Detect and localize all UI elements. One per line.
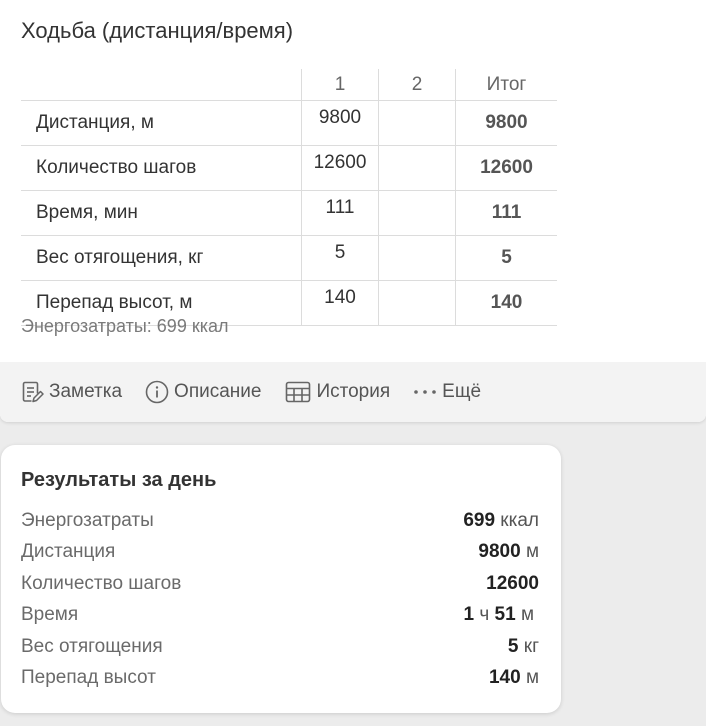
result-number: 699 xyxy=(463,510,496,531)
result-weight: Вес отягощения 5 кг xyxy=(21,636,539,662)
daily-results-card: Результаты за день Энергозатраты 699 кка… xyxy=(1,445,561,713)
total-cell: 5 xyxy=(455,235,557,281)
set-2-cell[interactable] xyxy=(378,235,456,281)
total-cell: 9800 xyxy=(455,100,557,146)
set-2-cell[interactable] xyxy=(378,145,456,191)
result-label: Энергозатраты xyxy=(21,510,154,531)
set-2-cell[interactable] xyxy=(378,280,456,326)
total-cell: 111 xyxy=(455,190,557,236)
row-label: Вес отягощения, кг xyxy=(21,235,302,281)
table-header-set-1: 1 xyxy=(301,69,379,101)
table-row: Дистанция, м 9800 9800 xyxy=(21,100,557,146)
history-button[interactable]: История xyxy=(285,380,390,404)
result-value: 5 кг xyxy=(508,636,539,658)
result-distance: Дистанция 9800 м xyxy=(21,541,539,567)
result-number: 12600 xyxy=(486,573,539,594)
table-header-row: 1 2 Итог xyxy=(21,69,557,101)
row-label: Дистанция, м xyxy=(21,100,302,146)
result-number: 140 xyxy=(488,667,521,688)
exercise-table: 1 2 Итог Дистанция, м 9800 9800 Количест… xyxy=(21,69,557,326)
results-title: Результаты за день xyxy=(21,469,217,491)
exercise-title: Ходьба (дистанция/время) xyxy=(21,18,294,43)
result-hours-unit: ч xyxy=(479,604,490,625)
result-label: Перепад высот xyxy=(21,667,156,688)
history-button-label: История xyxy=(316,381,391,402)
note-icon xyxy=(22,381,44,403)
result-label: Дистанция xyxy=(21,541,116,562)
result-elevation: Перепад высот 140 м xyxy=(21,667,539,693)
table-header-set-2: 2 xyxy=(378,69,456,101)
result-minutes: 51 xyxy=(494,604,516,625)
exercise-toolbar: Заметка Описание История Ещё xyxy=(0,362,706,422)
result-hours: 1 xyxy=(463,604,475,625)
result-unit: кг xyxy=(523,636,539,657)
result-unit: ккал xyxy=(500,510,539,531)
result-unit: м xyxy=(525,667,539,688)
result-number: 5 xyxy=(507,636,519,657)
result-steps: Количество шагов 12600 xyxy=(21,573,539,599)
result-unit: м xyxy=(525,541,539,562)
result-label: Время xyxy=(21,604,79,625)
set-1-cell[interactable]: 111 xyxy=(301,190,379,236)
result-value: 699 ккал xyxy=(463,510,539,532)
exercise-card: Ходьба (дистанция/время) 1 2 Итог Дистан… xyxy=(0,0,706,422)
set-1-cell[interactable]: 5 xyxy=(301,235,379,281)
set-2-cell[interactable] xyxy=(378,190,456,236)
result-time: Время 1 ч 51 м xyxy=(21,604,539,630)
table-header-label xyxy=(21,69,302,101)
more-dots-icon xyxy=(414,390,436,394)
info-icon xyxy=(145,380,169,404)
note-button-label: Заметка xyxy=(49,381,123,402)
result-label: Количество шагов xyxy=(21,573,182,594)
table-row: Количество шагов 12600 12600 xyxy=(21,145,557,191)
more-button-label: Ещё xyxy=(442,381,482,402)
total-cell: 140 xyxy=(455,280,557,326)
row-label: Количество шагов xyxy=(21,145,302,191)
result-value: 140 м xyxy=(489,667,539,689)
result-number: 9800 xyxy=(478,541,521,562)
energy-expenditure-text: Энергозатраты: 699 ккал xyxy=(21,316,229,336)
table-row: Время, мин 111 111 xyxy=(21,190,557,236)
result-value: 9800 м xyxy=(478,541,539,563)
set-1-cell[interactable]: 140 xyxy=(301,280,379,326)
result-label: Вес отягощения xyxy=(21,636,163,657)
set-2-cell[interactable] xyxy=(378,100,456,146)
result-energy: Энергозатраты 699 ккал xyxy=(21,510,539,536)
set-1-cell[interactable]: 9800 xyxy=(301,100,379,146)
result-value: 12600 xyxy=(486,573,539,595)
description-button[interactable]: Описание xyxy=(145,380,261,404)
table-header-total: Итог xyxy=(455,69,557,101)
result-minutes-unit: м xyxy=(520,604,534,625)
set-1-cell[interactable]: 12600 xyxy=(301,145,379,191)
table-row: Вес отягощения, кг 5 5 xyxy=(21,235,557,281)
note-button[interactable]: Заметка xyxy=(20,380,122,404)
row-label: Время, мин xyxy=(21,190,302,236)
result-value: 1 ч 51 м xyxy=(463,604,534,626)
more-button[interactable]: Ещё xyxy=(413,380,481,404)
total-cell: 12600 xyxy=(455,145,557,191)
description-button-label: Описание xyxy=(174,381,262,402)
table-icon xyxy=(286,381,311,403)
